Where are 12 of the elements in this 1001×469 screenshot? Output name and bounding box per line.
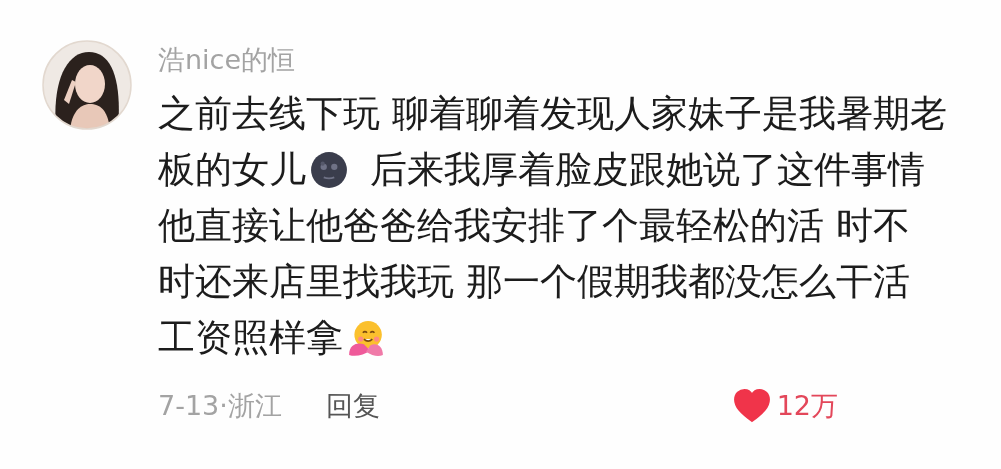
comment-text: 之前去线下玩 聊着聊着发现人家妹子是我暑期老 bbox=[158, 91, 947, 137]
date-location: 7-13·浙江 bbox=[158, 389, 282, 423]
comment-text: 工资照样拿 bbox=[158, 315, 343, 361]
comment-text: 时还来店里找我玩 那一个假期我都没怎么干活 bbox=[158, 259, 910, 305]
reply-link[interactable]: 回复 bbox=[325, 388, 380, 424]
moon-face-icon bbox=[310, 151, 348, 189]
comment-text: 板的女儿 bbox=[158, 147, 306, 193]
comment-text: 后来我厚着脸皮跟她说了这件事情 bbox=[370, 147, 925, 193]
heart-icon[interactable] bbox=[732, 389, 771, 423]
comment-text: 他直接让他爸爸给我安排了个最轻松的活 时不 bbox=[158, 203, 910, 249]
like-count: 12万 bbox=[776, 389, 838, 423]
hugging-face-icon bbox=[347, 319, 385, 357]
